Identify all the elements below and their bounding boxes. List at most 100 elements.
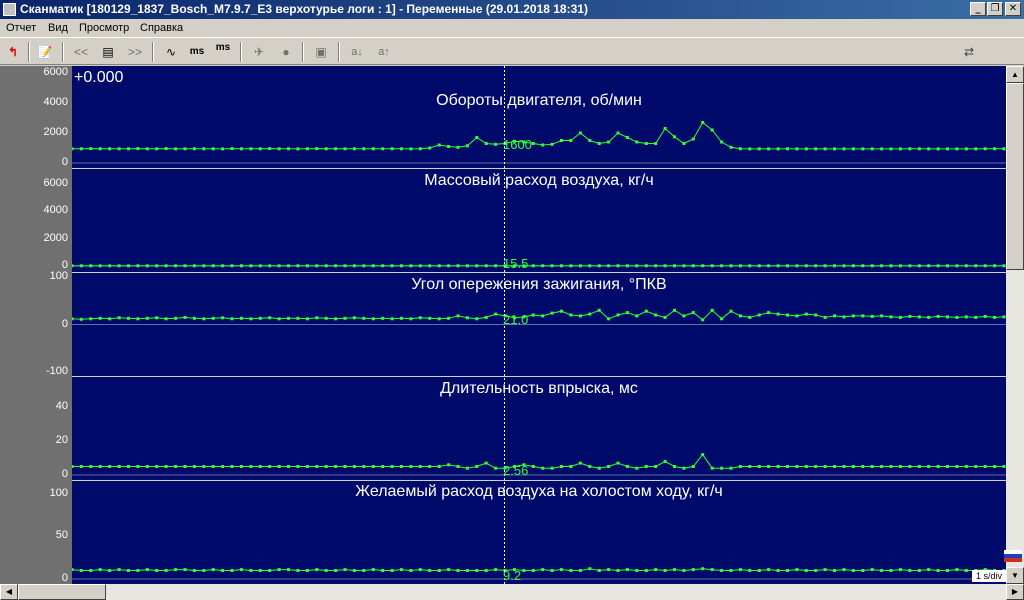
data-point (635, 569, 639, 572)
language-flag-icon[interactable] (1004, 550, 1022, 562)
data-point (964, 264, 968, 268)
data-point (192, 569, 196, 572)
data-point (710, 308, 714, 312)
forward-icon[interactable]: >> (124, 42, 146, 62)
scroll-right-button[interactable]: ▶ (1006, 584, 1024, 600)
toolbar: ↰ 📝 << ▤ >> ∿ ms ms ✈ ● ▣ a↓ a↑ ⇄ (0, 37, 1024, 65)
data-point (136, 465, 140, 468)
data-point (352, 569, 356, 572)
data-point (682, 569, 686, 572)
data-point (597, 308, 601, 312)
plot-area[interactable]: +0.000 Обороты двигателя, об/мин 1600 Масс… (72, 66, 1006, 584)
data-point (531, 313, 535, 317)
data-point (983, 314, 987, 318)
data-point (72, 568, 74, 572)
data-point (720, 569, 724, 572)
data-point (786, 569, 789, 572)
data-point (362, 316, 366, 320)
data-point (616, 461, 620, 465)
data-point (183, 315, 187, 319)
data-point (767, 568, 771, 572)
close-button[interactable]: ✕ (1005, 2, 1021, 16)
usb-icon[interactable]: ⇄ (958, 42, 980, 62)
data-point (767, 465, 771, 468)
scroll-down-button[interactable]: ▼ (1006, 567, 1024, 584)
wave-icon[interactable]: ∿ (160, 42, 182, 62)
data-point (597, 466, 601, 470)
scroll-left-button[interactable]: ◀ (0, 584, 18, 600)
y-tick-label: 2000 (43, 231, 68, 244)
data-point (277, 264, 281, 268)
save-icon[interactable]: ▣ (310, 42, 332, 62)
data-point (607, 264, 611, 268)
list-icon[interactable]: ▤ (97, 42, 119, 62)
data-point (475, 317, 479, 321)
minimize-button[interactable]: _ (970, 2, 986, 16)
a-down-icon[interactable]: a↓ (346, 42, 368, 62)
data-point (72, 317, 74, 321)
menu-preview[interactable]: Просмотр (79, 22, 129, 34)
data-point (842, 264, 846, 268)
data-point (644, 465, 648, 468)
data-point (418, 264, 422, 268)
data-point (663, 264, 667, 268)
ms-minus-icon[interactable]: ms (186, 42, 208, 62)
pin-icon[interactable]: ✈ (248, 42, 270, 62)
data-point (625, 136, 629, 139)
report-icon[interactable]: 📝 (34, 42, 56, 62)
data-point (287, 147, 290, 151)
data-point (804, 264, 808, 268)
data-point (833, 465, 836, 468)
scroll-up-button[interactable]: ▲ (1006, 66, 1024, 83)
vertical-scroll-thumb[interactable] (1006, 83, 1024, 270)
data-point (230, 465, 234, 468)
data-point (964, 147, 968, 151)
series-line (72, 121, 1004, 150)
data-point (324, 316, 328, 320)
horizontal-scroll-thumb[interactable] (18, 584, 106, 600)
toolbar-separator (62, 42, 64, 62)
y-tick-label: 50 (55, 529, 68, 542)
data-point (456, 264, 460, 268)
back-arrow-icon[interactable]: ↰ (2, 42, 24, 62)
data-point (400, 465, 403, 468)
ms-plus-icon[interactable]: ms (212, 42, 234, 62)
data-point (644, 142, 648, 145)
y-tick-label: 0 (61, 468, 68, 480)
data-point (974, 315, 978, 319)
data-point (268, 569, 272, 572)
data-point (155, 147, 159, 151)
data-point (851, 264, 855, 268)
data-point (381, 569, 385, 572)
data-point (334, 264, 338, 268)
title-bar[interactable]: Сканматик [180129_1837_Bosch_M7.9.7_E3 в… (0, 0, 1024, 19)
horizontal-scrollbar[interactable]: ◀ ▶ (0, 584, 1024, 600)
data-point (870, 465, 874, 468)
menu-help[interactable]: Справка (140, 22, 183, 34)
data-point (663, 569, 667, 572)
data-point (343, 568, 347, 572)
maximize-button[interactable]: ❐ (987, 2, 1003, 16)
data-point (174, 264, 178, 268)
data-point (955, 147, 959, 151)
data-point (324, 147, 328, 151)
data-point (738, 314, 742, 318)
data-point (616, 131, 620, 135)
a-up-icon[interactable]: a↑ (373, 42, 395, 62)
record-icon[interactable]: ● (275, 42, 297, 62)
menu-report[interactable]: Отчет (6, 22, 36, 34)
data-point (258, 569, 262, 572)
data-point (710, 568, 714, 572)
y-tick-label: 6000 (43, 176, 68, 189)
data-point (240, 465, 243, 468)
data-point (400, 147, 403, 151)
menu-view[interactable]: Вид (48, 22, 68, 34)
data-point (155, 316, 159, 320)
data-point (776, 312, 780, 316)
data-point (296, 316, 300, 320)
data-point (89, 317, 93, 321)
data-point (72, 465, 74, 468)
data-point (635, 466, 639, 470)
rewind-icon[interactable]: << (70, 42, 92, 62)
vertical-scrollbar[interactable]: ▲ ▼ (1006, 66, 1024, 584)
